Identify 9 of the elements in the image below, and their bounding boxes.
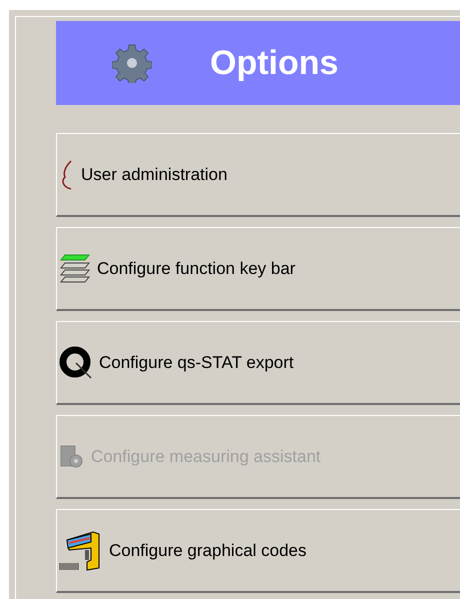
q-logo-icon <box>59 346 93 380</box>
header-title: Options <box>210 46 338 80</box>
menu-button[interactable]: Configure qs-STAT export <box>56 321 460 405</box>
gear-document-icon <box>59 444 85 470</box>
layers-icon <box>59 254 91 284</box>
gear-icon <box>112 43 152 83</box>
menu-button[interactable]: Configure function key bar <box>56 227 460 311</box>
menu-button[interactable]: Configure graphical codes <box>56 509 460 593</box>
menu-button[interactable]: User administration <box>56 133 460 217</box>
